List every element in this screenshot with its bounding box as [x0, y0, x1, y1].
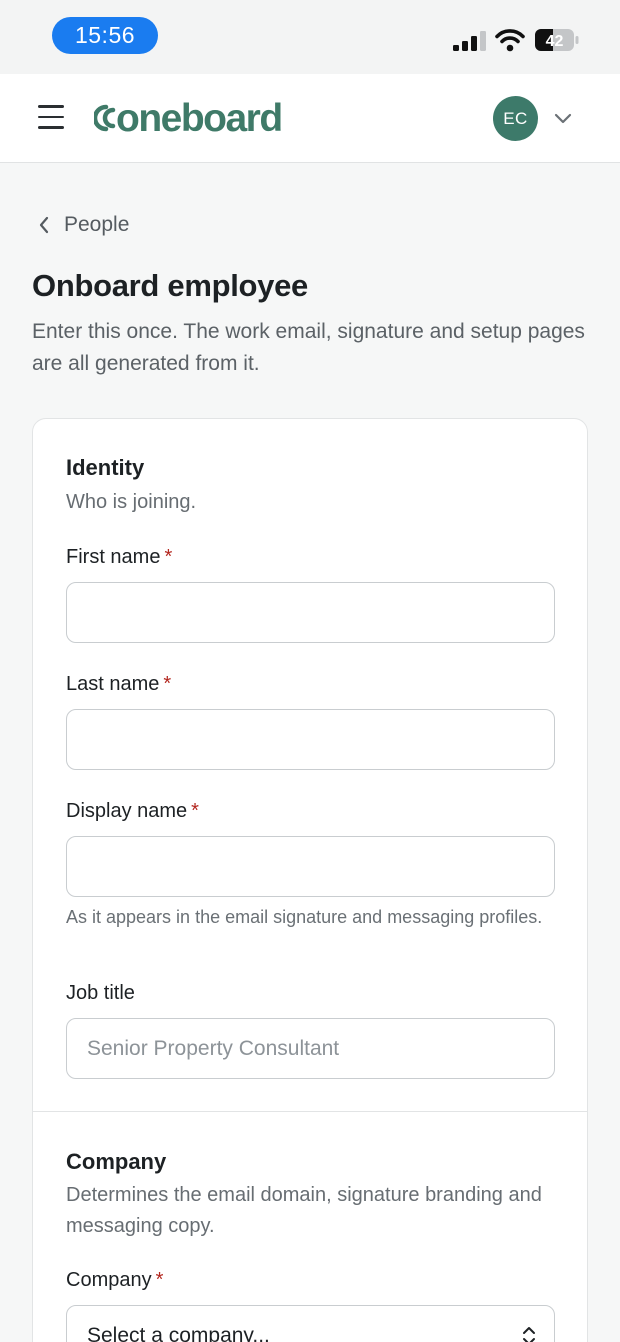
required-marker: * [191, 800, 199, 822]
menu-icon [38, 105, 64, 108]
first-name-input[interactable] [66, 582, 555, 643]
app-header: oneboard EC [0, 74, 620, 163]
back-to-people-link[interactable]: People [38, 210, 129, 240]
logo-text: oneboard [116, 96, 283, 140]
page-title: Onboard employee [32, 268, 308, 303]
chevron-up-down-icon [523, 1327, 535, 1342]
company-select-value: Select a company... [87, 1323, 270, 1342]
company-select[interactable]: Select a company... [66, 1305, 555, 1342]
user-avatar[interactable]: EC [493, 96, 538, 141]
battery-level: 42 [546, 33, 564, 50]
page-subtitle: Enter this once. The work email, signatu… [32, 320, 585, 375]
menu-button[interactable] [38, 105, 64, 129]
status-time: 15:56 [52, 17, 158, 54]
logo-mark-icon [94, 104, 116, 132]
identity-section-description: Who is joining. [66, 491, 197, 513]
last-name-label: Last name * [66, 673, 172, 695]
wifi-icon [495, 29, 525, 52]
display-name-input[interactable] [66, 836, 555, 897]
company-section-description: Determines the email domain, signature b… [66, 1184, 542, 1237]
required-marker: * [164, 546, 173, 568]
status-bar: 15:56 42 [0, 0, 620, 74]
required-marker: * [155, 1269, 164, 1291]
cellular-signal-icon [453, 31, 486, 51]
last-name-input[interactable] [66, 709, 555, 770]
company-label: Company * [66, 1269, 164, 1291]
section-divider [33, 1111, 587, 1112]
job-title-label: Job title [66, 982, 135, 1004]
first-name-label: First name * [66, 546, 173, 568]
company-section-title: Company [66, 1149, 167, 1174]
battery-icon: 42 [535, 29, 579, 51]
chevron-left-icon [39, 216, 49, 234]
identity-section-title: Identity [66, 455, 145, 480]
display-name-label: Display name * [66, 800, 199, 822]
back-link-label: People [64, 213, 130, 236]
job-title-input[interactable] [66, 1018, 555, 1079]
logo[interactable]: oneboard [94, 96, 283, 140]
onboard-form-card: Identity Who is joining. First name * Las… [32, 418, 588, 1342]
required-marker: * [163, 673, 172, 695]
chevron-down-icon[interactable] [554, 111, 572, 125]
display-name-help: As it appears in the email signature and… [66, 907, 543, 927]
